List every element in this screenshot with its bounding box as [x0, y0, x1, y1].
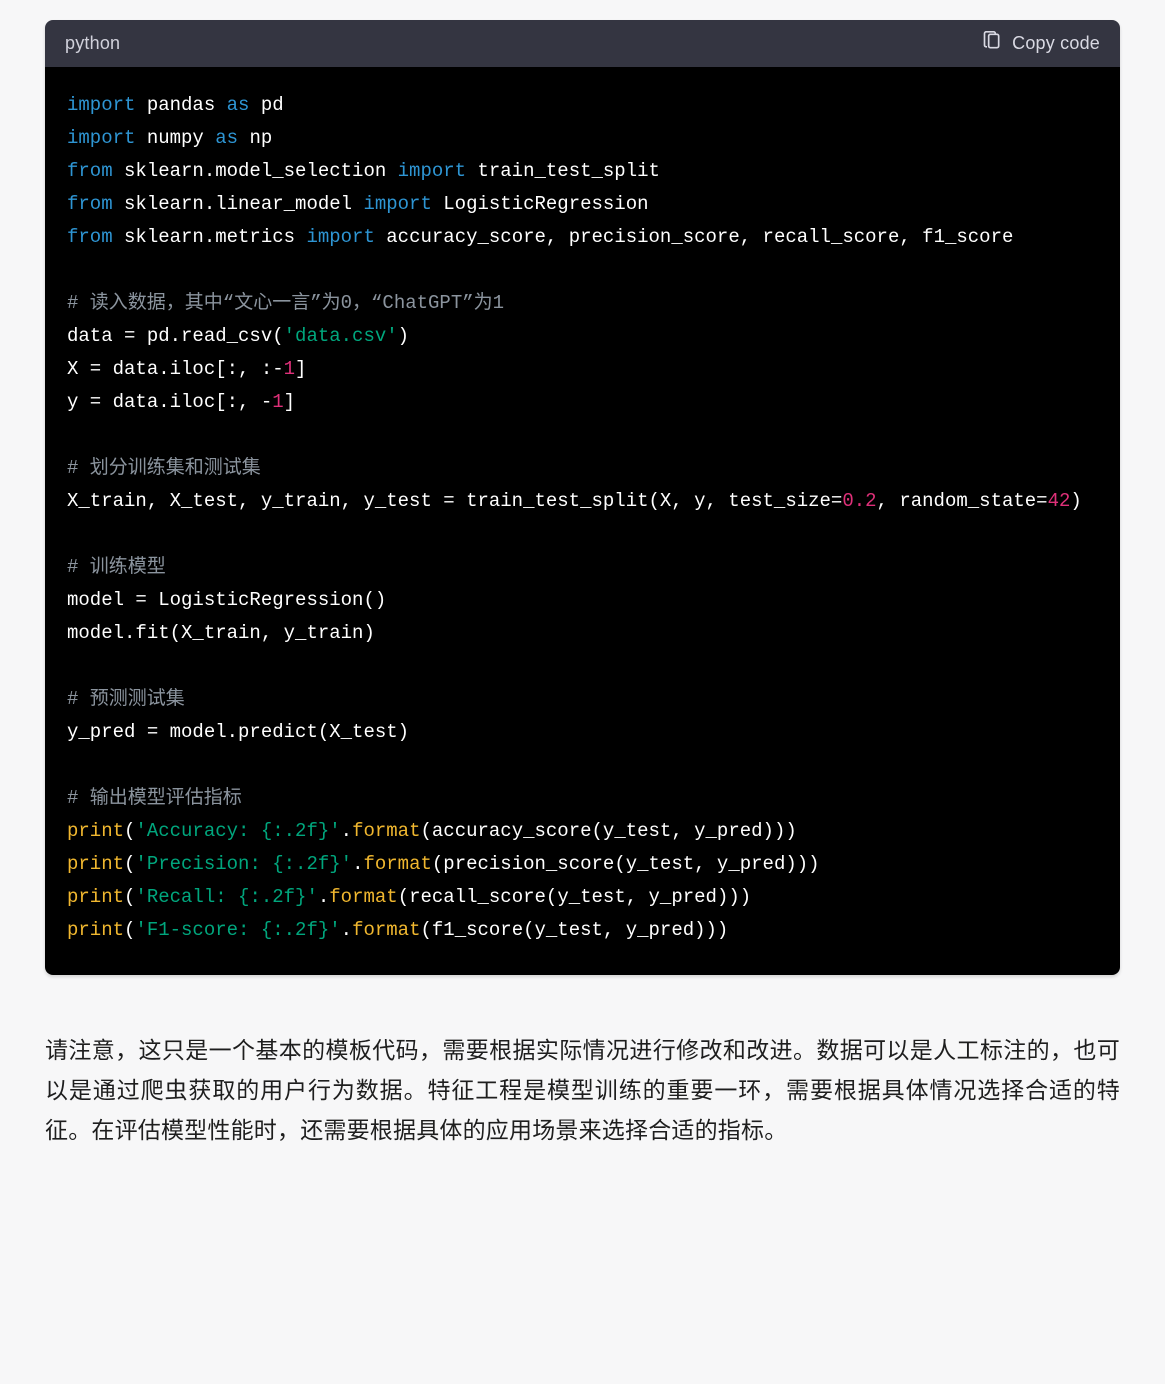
code-token: 0.2: [842, 490, 876, 512]
code-token: .: [352, 853, 363, 875]
code-token: as: [227, 94, 250, 116]
code-token: 42: [1048, 490, 1071, 512]
code-token: pandas: [135, 94, 226, 116]
code-token: print: [67, 853, 124, 875]
code-header: python Copy code: [45, 20, 1120, 67]
code-token: import: [363, 193, 431, 215]
code-token: as: [215, 127, 238, 149]
code-token: from: [67, 160, 113, 182]
code-token: y = data.iloc[:, -: [67, 391, 272, 413]
code-token: accuracy_score, precision_score, recall_…: [375, 226, 1014, 248]
code-token: X_train, X_test, y_train, y_test = train…: [67, 490, 842, 512]
code-comment: # 读入数据，其中“文心一言”为0，“ChatGPT”为1: [67, 292, 504, 314]
code-token: ]: [295, 358, 306, 380]
code-comment: # 训练模型: [67, 556, 166, 578]
code-token: 1: [272, 391, 283, 413]
code-token: (accuracy_score(y_test, y_pred))): [420, 820, 796, 842]
code-token: ): [398, 325, 409, 347]
code-token: .: [341, 919, 352, 941]
code-token: train_test_split: [466, 160, 660, 182]
code-token: (: [124, 886, 135, 908]
code-token: 'Recall: {:.2f}': [135, 886, 317, 908]
code-token: .: [341, 820, 352, 842]
code-token: (f1_score(y_test, y_pred))): [420, 919, 728, 941]
code-token: (: [124, 820, 135, 842]
code-token: (: [124, 919, 135, 941]
code-token: print: [67, 820, 124, 842]
code-token: from: [67, 226, 113, 248]
code-token: y_pred = model.predict(X_test): [67, 721, 409, 743]
code-token: model.fit(X_train, y_train): [67, 622, 375, 644]
code-token: 'Accuracy: {:.2f}': [135, 820, 340, 842]
code-token: np: [238, 127, 272, 149]
code-comment: # 预测测试集: [67, 688, 185, 710]
code-token: X = data.iloc[:, :-: [67, 358, 284, 380]
code-token: ]: [284, 391, 295, 413]
code-token: 1: [284, 358, 295, 380]
code-language-label: python: [65, 33, 120, 54]
code-token: (precision_score(y_test, y_pred))): [432, 853, 820, 875]
code-token: LogisticRegression: [432, 193, 649, 215]
code-token: 'Precision: {:.2f}': [135, 853, 352, 875]
code-token: sklearn.model_selection: [113, 160, 398, 182]
copy-code-button[interactable]: Copy code: [982, 30, 1100, 57]
code-token: from: [67, 193, 113, 215]
code-token: , random_state=: [877, 490, 1048, 512]
code-token: format: [352, 919, 420, 941]
code-token: format: [329, 886, 397, 908]
code-token: import: [306, 226, 374, 248]
code-token: (: [124, 853, 135, 875]
code-token: format: [363, 853, 431, 875]
explanation-paragraph: 请注意，这只是一个基本的模板代码，需要根据实际情况进行修改和改进。数据可以是人工…: [45, 1030, 1120, 1150]
code-token: print: [67, 886, 124, 908]
code-token: format: [352, 820, 420, 842]
code-block: python Copy code import pandas as pd imp…: [45, 20, 1120, 975]
code-token: import: [67, 127, 135, 149]
code-token: numpy: [135, 127, 215, 149]
code-token: (recall_score(y_test, y_pred))): [398, 886, 751, 908]
code-comment: # 划分训练集和测试集: [67, 457, 261, 479]
code-token: import: [67, 94, 135, 116]
code-token: model = LogisticRegression(): [67, 589, 386, 611]
code-token: import: [398, 160, 466, 182]
code-token: sklearn.metrics: [113, 226, 307, 248]
copy-code-label: Copy code: [1012, 33, 1100, 54]
code-token: 'data.csv': [284, 325, 398, 347]
code-token: print: [67, 919, 124, 941]
code-token: data = pd.read_csv(: [67, 325, 284, 347]
code-token: 'F1-score: {:.2f}': [135, 919, 340, 941]
code-token: ): [1070, 490, 1081, 512]
clipboard-icon: [982, 30, 1002, 57]
code-comment: # 输出模型评估指标: [67, 787, 242, 809]
code-token: .: [318, 886, 329, 908]
code-body[interactable]: import pandas as pd import numpy as np f…: [45, 67, 1120, 975]
code-token: sklearn.linear_model: [113, 193, 364, 215]
code-token: pd: [249, 94, 283, 116]
